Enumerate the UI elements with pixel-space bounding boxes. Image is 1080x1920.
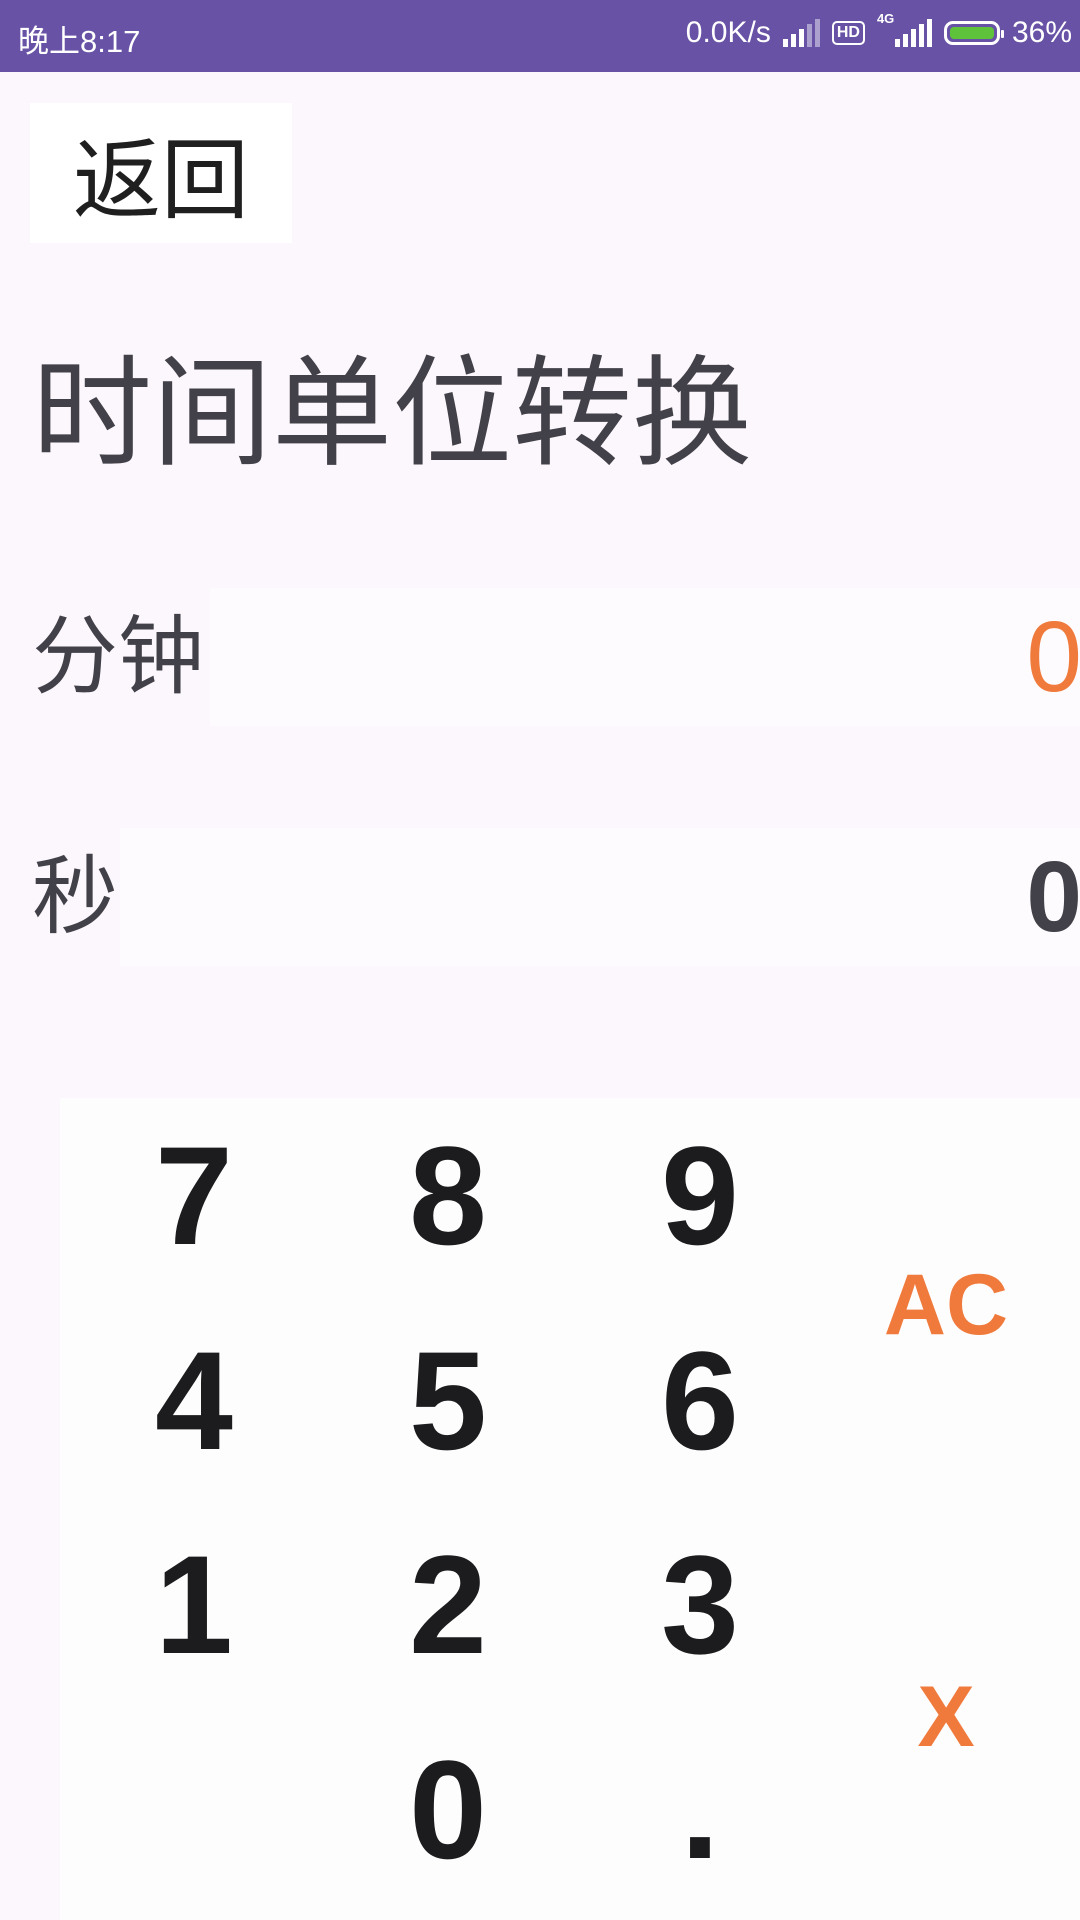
delete-button[interactable]: X	[836, 1622, 1056, 1812]
battery-icon	[943, 21, 1004, 45]
battery-percent: 36%	[1011, 16, 1072, 49]
network-4g-icon: 4G	[877, 11, 932, 47]
seconds-row: 秒 0	[0, 828, 1080, 966]
status-icons: 0.0K/s HD 4G 36%	[685, 11, 1072, 50]
back-button[interactable]: 返回	[30, 103, 292, 243]
seconds-value: 0	[1026, 841, 1080, 953]
key-0[interactable]: 0	[338, 1715, 558, 1905]
minutes-row: 分钟 0	[0, 588, 1080, 726]
page-title: 时间单位转换	[32, 345, 752, 484]
key-2[interactable]: 2	[338, 1510, 558, 1700]
key-8[interactable]: 8	[338, 1101, 558, 1291]
key-decimal[interactable]: .	[590, 1715, 810, 1905]
key-7[interactable]: 7	[84, 1101, 304, 1291]
clear-button[interactable]: AC	[836, 1210, 1056, 1400]
net-speed: 0.0K/s	[685, 16, 771, 49]
key-4[interactable]: 4	[84, 1306, 304, 1496]
hd-icon: HD	[831, 21, 865, 45]
minutes-label: 分钟	[32, 607, 204, 707]
key-1[interactable]: 1	[84, 1510, 304, 1700]
seconds-field[interactable]: 0	[120, 828, 1080, 966]
minutes-field[interactable]: 0	[210, 588, 1080, 726]
minutes-value: 0	[1026, 601, 1080, 713]
keypad: 7 8 9 4 5 6 1 2 3 0 . AC X	[60, 1098, 1080, 1920]
key-5[interactable]: 5	[338, 1306, 558, 1496]
status-time: 晚上8:17	[18, 24, 141, 59]
signal-icon	[782, 19, 820, 47]
seconds-label: 秒	[32, 847, 118, 947]
key-3[interactable]: 3	[590, 1510, 810, 1700]
status-bar: 晚上8:17 0.0K/s HD 4G 36%	[0, 0, 1080, 72]
key-9[interactable]: 9	[590, 1101, 810, 1291]
key-6[interactable]: 6	[590, 1306, 810, 1496]
